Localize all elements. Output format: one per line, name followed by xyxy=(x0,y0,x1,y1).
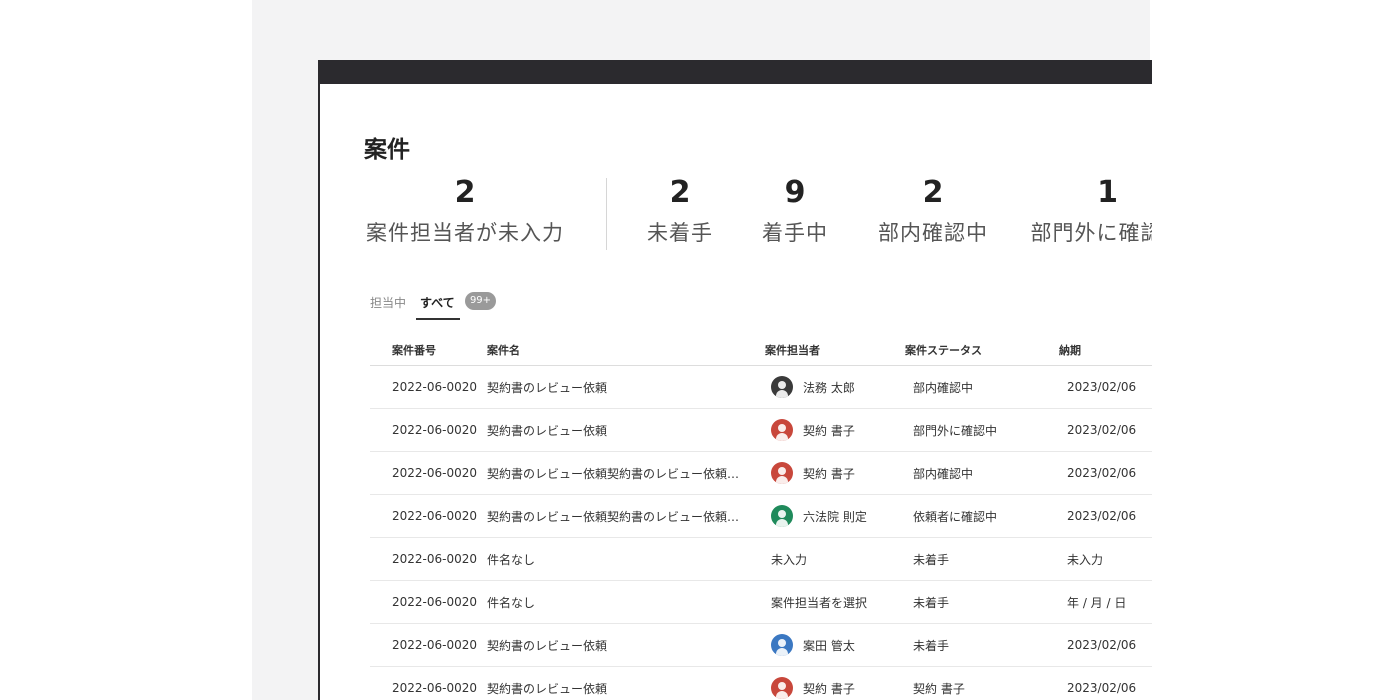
avatar xyxy=(771,462,793,484)
stat-value: 2 xyxy=(454,175,476,210)
case-name[interactable]: 件名なし xyxy=(487,594,535,611)
stat-value: 2 xyxy=(922,175,944,210)
table-row[interactable]: 2022-06-0020 契約書のレビュー依頼 契約 書子 部門外に確認中 20… xyxy=(370,408,1152,452)
case-status[interactable]: 部内確認中 xyxy=(905,451,1059,495)
stat-label: 未着手 xyxy=(647,221,713,245)
stat-value: 9 xyxy=(784,175,806,210)
case-status[interactable]: 未着手 xyxy=(905,623,1059,667)
case-owner[interactable]: 契約 書子 xyxy=(765,462,905,484)
avatar xyxy=(771,677,793,699)
case-name[interactable]: 契約書のレビュー依頼 xyxy=(487,680,607,697)
table-header-row: 案件番号 案件名 案件担当者 案件ステータス 納期 xyxy=(370,335,1152,366)
page-background: 案件 2 案件担当者が未入力 2 未着手 9 着手中 2 部内確認中 1 部門外… xyxy=(252,0,1152,700)
avatar xyxy=(771,419,793,441)
case-due-date[interactable]: 2023/02/06 xyxy=(1059,365,1152,409)
tab-all-count-badge: 99+ xyxy=(465,292,496,310)
case-owner[interactable]: 契約 書子 xyxy=(765,419,905,441)
owner-name: 契約 書子 xyxy=(803,423,855,438)
table-row[interactable]: 2022-06-0020 件名なし 未入力 未着手 未入力 xyxy=(370,537,1152,581)
case-status[interactable]: 契約 書子 xyxy=(905,666,1059,700)
case-owner[interactable]: 未入力 xyxy=(765,551,905,568)
tab-all[interactable]: すべて xyxy=(420,294,455,311)
page-title: 案件 xyxy=(364,137,410,163)
stat-value: 2 xyxy=(669,175,691,210)
case-status[interactable]: 依頼者に確認中 xyxy=(905,494,1059,538)
table-row[interactable]: 2022-06-0020 件名なし 案件担当者を選択 未着手 年 / 月 / 日 xyxy=(370,580,1152,624)
case-due-date[interactable]: 2023/02/06 xyxy=(1059,451,1152,495)
case-owner[interactable]: 六法院 則定 xyxy=(765,505,905,527)
owner-name: 契約 書子 xyxy=(803,681,855,696)
active-tab-indicator xyxy=(416,318,460,320)
case-table: 案件番号 案件名 案件担当者 案件ステータス 納期 2022-06-0020 契… xyxy=(370,335,1152,700)
case-number: 2022-06-0020 xyxy=(370,666,487,700)
column-header-name[interactable]: 案件名 xyxy=(487,335,765,366)
stat-divider xyxy=(606,178,607,250)
top-bar xyxy=(320,60,1152,84)
owner-name: 案田 管太 xyxy=(803,638,855,653)
table-row[interactable]: 2022-06-0020 契約書のレビュー依頼 案田 管太 未着手 2023/0… xyxy=(370,623,1152,667)
case-due-date[interactable]: 2023/02/06 xyxy=(1059,623,1152,667)
stat-in-progress[interactable]: 9 着手中 xyxy=(745,175,845,247)
stat-internal-review[interactable]: 2 部内確認中 xyxy=(868,175,998,247)
column-header-due[interactable]: 納期 xyxy=(1059,335,1152,366)
case-number: 2022-06-0020 xyxy=(370,623,487,667)
case-name[interactable]: 契約書のレビュー依頼契約書のレビュー依頼契約書のレビュー依頼 xyxy=(487,465,749,482)
table-row[interactable]: 2022-06-0020 契約書のレビュー依頼 契約 書子 契約 書子 2023… xyxy=(370,666,1152,700)
column-header-status[interactable]: 案件ステータス xyxy=(905,335,1059,366)
avatar xyxy=(771,376,793,398)
stat-unassigned[interactable]: 2 案件担当者が未入力 xyxy=(360,175,570,247)
case-due-date[interactable]: 2023/02/06 xyxy=(1059,666,1152,700)
owner-name: 契約 書子 xyxy=(803,466,855,481)
case-name[interactable]: 契約書のレビュー依頼契約書のレビュー依頼契約書のレビュー依頼 xyxy=(487,508,749,525)
case-number: 2022-06-0020 xyxy=(370,408,487,452)
case-due-date[interactable]: 2023/02/06 xyxy=(1059,494,1152,538)
case-number: 2022-06-0020 xyxy=(370,580,487,624)
stat-label: 部門外に確認中 xyxy=(1030,221,1153,245)
stat-external-review[interactable]: 1 部門外に確認中 xyxy=(1030,175,1153,247)
case-status[interactable]: 未着手 xyxy=(905,537,1059,581)
avatar xyxy=(771,505,793,527)
app-window: 案件 2 案件担当者が未入力 2 未着手 9 着手中 2 部内確認中 1 部門外… xyxy=(318,60,1152,700)
owner-name: 六法院 則定 xyxy=(803,509,867,524)
case-name[interactable]: 契約書のレビュー依頼 xyxy=(487,637,607,654)
case-status[interactable]: 未着手 xyxy=(905,580,1059,624)
case-due-date[interactable]: 未入力 xyxy=(1059,537,1152,581)
column-header-number[interactable]: 案件番号 xyxy=(370,335,487,366)
stat-value: 1 xyxy=(1097,175,1118,210)
owner-select[interactable]: 案件担当者を選択 xyxy=(765,594,905,611)
case-owner[interactable]: 案田 管太 xyxy=(765,634,905,656)
case-name[interactable]: 契約書のレビュー依頼 xyxy=(487,422,607,439)
case-owner[interactable]: 契約 書子 xyxy=(765,677,905,699)
stat-label: 部内確認中 xyxy=(878,221,988,245)
owner-name: 法務 太郎 xyxy=(803,380,855,395)
case-owner[interactable]: 法務 太郎 xyxy=(765,376,905,398)
stat-label: 着手中 xyxy=(762,221,828,245)
case-number: 2022-06-0020 xyxy=(370,537,487,581)
case-number: 2022-06-0020 xyxy=(370,365,487,409)
avatar xyxy=(771,634,793,656)
table-row[interactable]: 2022-06-0020 契約書のレビュー依頼 法務 太郎 部内確認中 2023… xyxy=(370,365,1152,409)
stat-label: 案件担当者が未入力 xyxy=(366,221,564,245)
table-row[interactable]: 2022-06-0020 契約書のレビュー依頼契約書のレビュー依頼契約書のレビュ… xyxy=(370,451,1152,495)
case-name[interactable]: 契約書のレビュー依頼 xyxy=(487,379,607,396)
tab-assigned[interactable]: 担当中 xyxy=(370,294,406,311)
case-number: 2022-06-0020 xyxy=(370,494,487,538)
case-number: 2022-06-0020 xyxy=(370,451,487,495)
table-row[interactable]: 2022-06-0020 契約書のレビュー依頼契約書のレビュー依頼契約書のレビュ… xyxy=(370,494,1152,538)
stat-not-started[interactable]: 2 未着手 xyxy=(630,175,730,247)
due-date-input[interactable]: 年 / 月 / 日 xyxy=(1059,580,1152,624)
case-status[interactable]: 部内確認中 xyxy=(905,365,1059,409)
column-header-owner[interactable]: 案件担当者 xyxy=(765,335,905,366)
case-status[interactable]: 部門外に確認中 xyxy=(905,408,1059,452)
case-name[interactable]: 件名なし xyxy=(487,551,535,568)
case-due-date[interactable]: 2023/02/06 xyxy=(1059,408,1152,452)
